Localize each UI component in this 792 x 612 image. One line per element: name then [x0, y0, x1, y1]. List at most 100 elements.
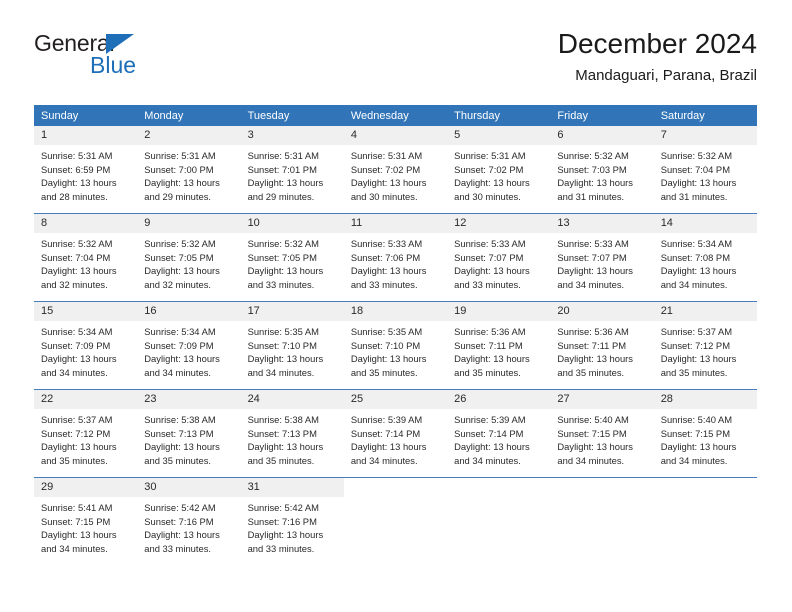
- daylight-text-line2: and 34 minutes.: [454, 454, 521, 466]
- calendar-day-cell[interactable]: 24 Sunrise: 5:38 AM Sunset: 7:13 PM Dayligh…: [240, 389, 344, 478]
- day-number: [447, 478, 551, 497]
- calendar-day-cell[interactable]: 7 Sunrise: 5:32 AM Sunset: 7:04 PM Daylight…: [653, 126, 757, 214]
- sunrise-text: Sunrise: 5:31 AM: [454, 150, 526, 161]
- weekday-header-wednesday: Wednesday: [343, 105, 448, 126]
- calendar-day-cell[interactable]: 29 Sunrise: 5:41 AM Sunset: 7:15 PM Dayligh…: [34, 477, 138, 565]
- sunrise-text: Sunrise: 5:40 AM: [557, 414, 629, 425]
- sunset-text: Sunset: 7:16 PM: [144, 515, 214, 527]
- calendar-day-cell[interactable]: 11 Sunrise: 5:33 AM Sunset: 7:06 PM Dayligh…: [343, 213, 448, 302]
- daylight-text-line1: Daylight: 13 hours: [557, 353, 633, 364]
- day-number: 8: [34, 214, 138, 233]
- calendar-day-cell[interactable]: 28 Sunrise: 5:40 AM Sunset: 7:15 PM Dayligh…: [653, 389, 757, 478]
- daylight-text-line1: Daylight: 13 hours: [454, 177, 530, 188]
- sunset-text: Sunset: 7:05 PM: [247, 251, 317, 263]
- sunrise-text: Sunrise: 5:32 AM: [41, 238, 113, 249]
- sunset-text: Sunset: 7:12 PM: [660, 339, 730, 351]
- sunrise-text: Sunrise: 5:39 AM: [350, 414, 423, 425]
- general-blue-logo[interactable]: General Blue: [34, 32, 214, 84]
- sunset-text: Sunset: 7:07 PM: [454, 251, 524, 263]
- daylight-text-line2: and 34 minutes.: [350, 454, 418, 466]
- calendar-day-cell[interactable]: 2 Sunrise: 5:31 AM Sunset: 7:00 PM Daylight…: [137, 126, 241, 214]
- calendar-day-cell[interactable]: 30 Sunrise: 5:42 AM Sunset: 7:16 PM Dayligh…: [137, 477, 241, 565]
- sunset-text: Sunset: 7:15 PM: [557, 427, 627, 439]
- calendar-day-cell[interactable]: 20 Sunrise: 5:36 AM Sunset: 7:11 PM Dayligh…: [550, 301, 654, 390]
- calendar-week-row: 8 Sunrise: 5:32 AM Sunset: 7:04 PM Daylight…: [34, 213, 757, 302]
- daylight-text-line1: Daylight: 13 hours: [144, 353, 220, 364]
- sunrise-text: Sunrise: 5:36 AM: [454, 326, 526, 337]
- calendar-day-cell[interactable]: 25 Sunrise: 5:39 AM Sunset: 7:14 PM Dayligh…: [343, 389, 448, 478]
- sunset-text: Sunset: 7:14 PM: [454, 427, 524, 439]
- sunrise-text: Sunrise: 5:38 AM: [144, 414, 216, 425]
- day-number: 16: [137, 302, 241, 321]
- daylight-text-line2: and 33 minutes.: [144, 542, 211, 554]
- daylight-text-line2: and 33 minutes.: [350, 278, 418, 290]
- calendar-day-cell[interactable]: 9 Sunrise: 5:32 AM Sunset: 7:05 PM Daylight…: [137, 213, 241, 302]
- sunset-text: Sunset: 7:02 PM: [350, 163, 421, 175]
- calendar-day-cell[interactable]: 26 Sunrise: 5:39 AM Sunset: 7:14 PM Dayligh…: [447, 389, 551, 478]
- logo-text-blue: Blue: [90, 52, 137, 78]
- day-details: Sunrise: 5:35 AM Sunset: 7:10 PM Daylight:…: [241, 321, 344, 389]
- calendar-day-cell[interactable]: 15 Sunrise: 5:34 AM Sunset: 7:09 PM Dayligh…: [34, 301, 138, 390]
- daylight-text-line1: Daylight: 13 hours: [144, 177, 220, 188]
- daylight-text-line2: and 34 minutes.: [660, 454, 728, 466]
- daylight-text-line1: Daylight: 13 hours: [350, 177, 427, 188]
- calendar-body: 1 Sunrise: 5:31 AM Sunset: 6:59 PM Daylight…: [34, 126, 757, 565]
- calendar-day-cell[interactable]: 10 Sunrise: 5:32 AM Sunset: 7:05 PM Dayligh…: [240, 213, 344, 302]
- calendar-cell-inner: 1 Sunrise: 5:31 AM Sunset: 6:59 PM Daylight…: [34, 126, 138, 213]
- day-number: 5: [447, 126, 551, 145]
- day-number: 28: [653, 390, 757, 409]
- daylight-text-line2: and 34 minutes.: [247, 366, 315, 378]
- calendar-day-cell[interactable]: 6 Sunrise: 5:32 AM Sunset: 7:03 PM Daylight…: [550, 126, 654, 214]
- calendar-day-cell[interactable]: 23 Sunrise: 5:38 AM Sunset: 7:13 PM Dayligh…: [137, 389, 241, 478]
- daylight-text-line2: and 29 minutes.: [247, 190, 315, 202]
- calendar-day-cell[interactable]: 18 Sunrise: 5:35 AM Sunset: 7:10 PM Dayligh…: [343, 301, 448, 390]
- calendar-day-cell[interactable]: 3 Sunrise: 5:31 AM Sunset: 7:01 PM Daylight…: [240, 126, 344, 214]
- daylight-text-line1: Daylight: 13 hours: [144, 441, 220, 452]
- calendar-day-cell[interactable]: 22 Sunrise: 5:37 AM Sunset: 7:12 PM Dayligh…: [34, 389, 138, 478]
- calendar-day-cell[interactable]: 13 Sunrise: 5:33 AM Sunset: 7:07 PM Dayligh…: [550, 213, 654, 302]
- calendar-cell-inner: 9 Sunrise: 5:32 AM Sunset: 7:05 PM Daylight…: [137, 214, 241, 301]
- day-details: Sunrise: 5:36 AM Sunset: 7:11 PM Daylight:…: [447, 321, 550, 389]
- calendar-day-cell[interactable]: 17 Sunrise: 5:35 AM Sunset: 7:10 PM Dayligh…: [240, 301, 344, 390]
- sunrise-text: Sunrise: 5:38 AM: [247, 414, 319, 425]
- day-details: Sunrise: 5:39 AM Sunset: 7:14 PM Daylight:…: [344, 409, 447, 477]
- sunrise-text: Sunrise: 5:37 AM: [660, 326, 733, 337]
- calendar-day-cell[interactable]: 27 Sunrise: 5:40 AM Sunset: 7:15 PM Dayligh…: [550, 389, 654, 478]
- sunset-text: Sunset: 7:03 PM: [557, 163, 627, 175]
- calendar-day-cell[interactable]: 1 Sunrise: 5:31 AM Sunset: 6:59 PM Daylight…: [34, 126, 138, 214]
- sunset-text: Sunset: 7:11 PM: [557, 339, 627, 351]
- calendar-day-cell[interactable]: 31 Sunrise: 5:42 AM Sunset: 7:16 PM Dayligh…: [240, 477, 344, 565]
- daylight-text-line1: Daylight: 13 hours: [41, 353, 117, 364]
- sunset-text: Sunset: 6:59 PM: [41, 163, 111, 175]
- calendar-day-cell[interactable]: 4 Sunrise: 5:31 AM Sunset: 7:02 PM Daylight…: [343, 126, 448, 214]
- calendar-cell-inner: 12 Sunrise: 5:33 AM Sunset: 7:07 PM Dayligh…: [447, 214, 551, 301]
- calendar-cell-empty: [343, 477, 448, 565]
- daylight-text-line2: and 31 minutes.: [557, 190, 625, 202]
- day-details: Sunrise: 5:33 AM Sunset: 7:07 PM Daylight:…: [447, 233, 550, 301]
- calendar-day-cell[interactable]: 19 Sunrise: 5:36 AM Sunset: 7:11 PM Dayligh…: [447, 301, 551, 390]
- calendar-cell-inner: 7 Sunrise: 5:32 AM Sunset: 7:04 PM Daylight…: [653, 126, 757, 213]
- calendar-day-cell[interactable]: 8 Sunrise: 5:32 AM Sunset: 7:04 PM Daylight…: [34, 213, 138, 302]
- calendar-week-row: 22 Sunrise: 5:37 AM Sunset: 7:12 PM Dayligh…: [34, 389, 757, 478]
- sunrise-text: Sunrise: 5:33 AM: [557, 238, 629, 249]
- daylight-text-line2: and 30 minutes.: [454, 190, 521, 202]
- calendar-day-cell[interactable]: 12 Sunrise: 5:33 AM Sunset: 7:07 PM Dayligh…: [447, 213, 551, 302]
- calendar-day-cell[interactable]: 16 Sunrise: 5:34 AM Sunset: 7:09 PM Dayligh…: [137, 301, 241, 390]
- calendar-page: General Blue December 2024 Mandaguari, P…: [0, 0, 792, 612]
- sunset-text: Sunset: 7:02 PM: [454, 163, 524, 175]
- calendar-day-cell[interactable]: 14 Sunrise: 5:34 AM Sunset: 7:08 PM Dayligh…: [653, 213, 757, 302]
- calendar-cell-inner: 13 Sunrise: 5:33 AM Sunset: 7:07 PM Dayligh…: [550, 214, 654, 301]
- calendar-day-cell[interactable]: 21 Sunrise: 5:37 AM Sunset: 7:12 PM Dayligh…: [653, 301, 757, 390]
- calendar-day-cell[interactable]: 5 Sunrise: 5:31 AM Sunset: 7:02 PM Daylight…: [447, 126, 551, 214]
- daylight-text-line1: Daylight: 13 hours: [247, 353, 324, 364]
- sunrise-text: Sunrise: 5:32 AM: [144, 238, 216, 249]
- weekday-header-friday: Friday: [550, 105, 654, 126]
- calendar-cell-inner: 26 Sunrise: 5:39 AM Sunset: 7:14 PM Dayligh…: [447, 390, 551, 477]
- daylight-text-line2: and 32 minutes.: [144, 278, 211, 290]
- day-details: Sunrise: 5:38 AM Sunset: 7:13 PM Daylight:…: [241, 409, 344, 477]
- daylight-text-line1: Daylight: 13 hours: [557, 177, 633, 188]
- sunrise-text: Sunrise: 5:31 AM: [350, 150, 423, 161]
- day-number: 7: [653, 126, 757, 145]
- sunrise-text: Sunrise: 5:33 AM: [454, 238, 526, 249]
- calendar-cell-inner: [343, 478, 448, 553]
